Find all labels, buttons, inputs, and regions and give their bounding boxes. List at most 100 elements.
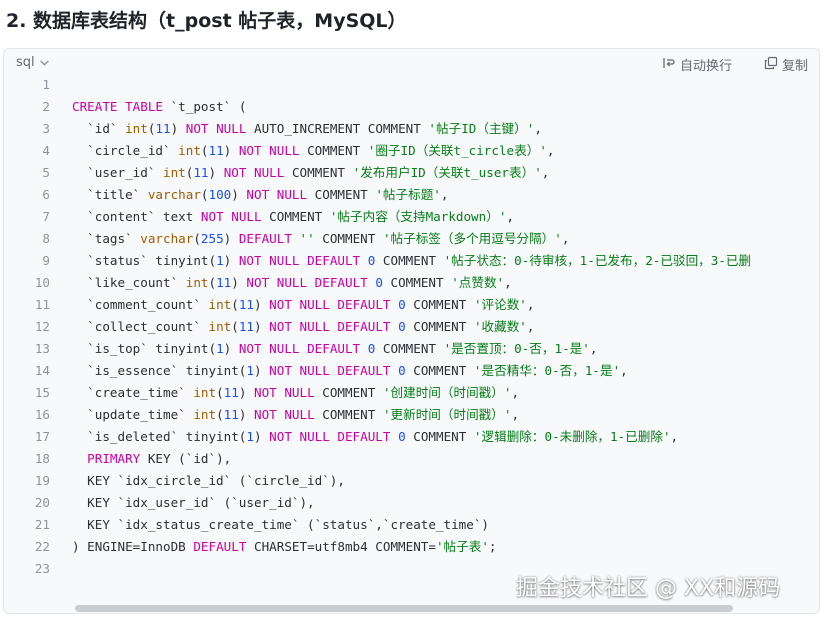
code-token: 0	[398, 319, 406, 334]
section-heading: 2. 数据库表结构（t_post 帖子表，MySQL）	[6, 10, 407, 32]
code-token: 11	[208, 143, 224, 158]
code-token: )	[238, 407, 255, 422]
code-token: )	[254, 297, 270, 312]
code-token: )	[208, 165, 224, 180]
code-token: '创建时间（时间戳）'	[382, 385, 512, 400]
code-line: 12 `collect_count` int(11) NOT NULL DEFA…	[4, 316, 819, 338]
code-token: )	[223, 341, 239, 356]
code-token: (	[208, 275, 217, 290]
code-token: (	[216, 407, 224, 422]
code-token: DEFAULT	[238, 231, 292, 246]
code-line: 8 `tags` varchar(255) DEFAULT '' COMMENT…	[4, 228, 819, 250]
line-number: 19	[34, 473, 50, 488]
code-token: ,	[511, 385, 520, 400]
code-line: 9 `status` tinyint(1) NOT NULL DEFAULT 0…	[4, 250, 819, 272]
code-text: `user_id` int(11) NOT NULL COMMENT '发布用户…	[72, 162, 549, 184]
code-line: 2 CREATE TABLE `t_post` (	[4, 96, 819, 118]
code-line: 17 `is_deleted` tinyint(1) NOT NULL DEFA…	[4, 426, 819, 448]
line-number: 16	[34, 407, 50, 422]
code-token: NOT NULL DEFAULT	[269, 319, 391, 334]
code-line: 4 `circle_id` int(11) NOT NULL COMMENT '…	[4, 140, 819, 162]
code-token: varchar	[140, 231, 194, 246]
code-token: `update_time`	[72, 407, 194, 422]
copy-button[interactable]: 复制	[764, 55, 808, 74]
code-token: NOT NULL	[238, 143, 300, 158]
code-token: `title`	[72, 187, 148, 202]
code-text: ) ENGINE=InnoDB DEFAULT CHARSET=utf8mb4 …	[72, 536, 497, 558]
code-token: ,	[589, 341, 598, 356]
code-token: CREATE TABLE	[72, 99, 163, 114]
code-line: 7 `content` text NOT NULL COMMENT '帖子内容（…	[4, 206, 819, 228]
code-text: `id` int(11) NOT NULL AUTO_INCREMENT COM…	[72, 118, 542, 140]
line-number: 8	[42, 231, 50, 246]
code-token: NOT NULL DEFAULT	[269, 363, 391, 378]
line-number: 22	[34, 539, 50, 554]
code-token: 0	[398, 297, 406, 312]
code-line: 1	[4, 74, 819, 96]
code-token: ,	[541, 165, 550, 180]
code-token: (	[231, 297, 239, 312]
code-token: )	[253, 429, 270, 444]
code-token: '是否精华：0-否，1-是'	[473, 363, 621, 378]
code-token: `tags`	[72, 231, 141, 246]
code-token: NOT NULL DEFAULT	[269, 429, 391, 444]
code-token: (	[231, 319, 239, 334]
code-token: '收藏数'	[473, 319, 527, 334]
code-token: `comment_count`	[72, 297, 209, 312]
code-line: 20 KEY `idx_user_id` (`user_id`),	[4, 492, 819, 514]
code-token: COMMENT	[284, 165, 353, 180]
code-text: `update_time` int(11) NOT NULL COMMENT '…	[72, 404, 519, 426]
code-token: `like_count`	[72, 275, 186, 290]
code-text: `collect_count` int(11) NOT NULL DEFAULT…	[72, 316, 534, 338]
code-token: '发布用户ID（关联t_user表）'	[352, 165, 542, 180]
code-token: COMMENT	[314, 385, 383, 400]
auto-wrap-label: 自动换行	[680, 59, 733, 74]
code-token: 100	[208, 187, 232, 202]
line-number: 2	[42, 99, 50, 114]
auto-wrap-button[interactable]: 自动换行	[662, 55, 732, 74]
line-number: 1	[42, 77, 50, 92]
code-text: `create_time` int(11) NOT NULL COMMENT '…	[72, 382, 519, 404]
code-token: ''	[299, 231, 315, 246]
code-token: )	[231, 275, 247, 290]
code-token: varchar	[147, 187, 201, 202]
code-token: NOT NULL	[254, 407, 315, 422]
code-token: int	[193, 407, 217, 422]
code-token: ,	[506, 209, 514, 224]
language-select[interactable]: sql	[16, 55, 50, 70]
code-token: 1	[216, 253, 224, 268]
code-token: 11	[216, 275, 232, 290]
code-token: KEY (`id`),	[140, 451, 232, 466]
code-token: int	[193, 385, 217, 400]
code-line: 16 `update_time` int(11) NOT NULL COMMEN…	[4, 404, 819, 426]
code-token: ,	[526, 297, 535, 312]
code-text: `status` tinyint(1) NOT NULL DEFAULT 0 C…	[72, 250, 751, 272]
code-token: int	[125, 121, 148, 136]
line-number: 4	[42, 143, 50, 158]
code-text: `is_essence` tinyint(1) NOT NULL DEFAULT…	[72, 360, 628, 382]
code-token: COMMENT	[405, 429, 474, 444]
code-token: KEY `idx_circle_id` (`circle_id`),	[72, 473, 345, 488]
code-token: COMMENT	[375, 341, 444, 356]
code-text: `like_count` int(11) NOT NULL DEFAULT 0 …	[72, 272, 512, 294]
code-token: (	[200, 143, 209, 158]
code-token: '帖子状态：0-待审核，1-已发布，2-已驳回，3-已删	[443, 253, 752, 268]
code-token: )	[253, 363, 270, 378]
code-token: 11	[238, 297, 254, 312]
code-line: 11 `comment_count` int(11) NOT NULL DEFA…	[4, 294, 819, 316]
code-line: 6 `title` varchar(100) NOT NULL COMMENT …	[4, 184, 819, 206]
code-token: NOT NULL DEFAULT	[269, 297, 391, 312]
watermark: 掘金技术社区 @ XX和源码	[516, 576, 781, 601]
language-label: sql	[16, 55, 35, 70]
code-text: `title` varchar(100) NOT NULL COMMENT '帖…	[72, 184, 448, 206]
horizontal-scrollbar[interactable]	[75, 605, 733, 612]
code-token: 11	[238, 319, 254, 334]
code-token: '帖子表'	[435, 539, 489, 554]
code-line: 18 PRIMARY KEY (`id`),	[4, 448, 819, 470]
code-token: ,	[511, 407, 520, 422]
code-line: 22 ) ENGINE=InnoDB DEFAULT CHARSET=utf8mb…	[4, 536, 819, 558]
code-line: 10 `like_count` int(11) NOT NULL DEFAULT…	[4, 272, 819, 294]
code-token: )	[238, 385, 255, 400]
code-token: `collect_count`	[72, 319, 209, 334]
